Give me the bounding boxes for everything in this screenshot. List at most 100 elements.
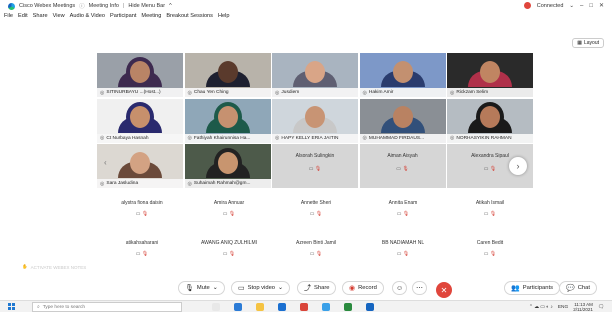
participant-name-cell[interactable]: AWANG ANIQ ZULHILMI ▭ 🎙	[186, 238, 272, 260]
participants-button[interactable]: 👥 Participants	[504, 281, 561, 295]
participant-video-tile[interactable]: ◎ Suhaimah Rahmah@gm...	[184, 144, 271, 188]
stop-video-button[interactable]: ▭ Stop video ⌄	[231, 281, 290, 295]
participant-face	[217, 151, 238, 174]
participant-name-cell[interactable]: Atikah Ismail ▭ 🎙	[447, 198, 533, 220]
camera-icon: ▭	[238, 285, 245, 292]
participant-video-tile[interactable]: ◎ Fathiyah Khairunnisa Ha...	[184, 98, 271, 143]
windows-start-icon[interactable]	[8, 303, 15, 310]
muted-microphone-icon: 🎙	[489, 211, 497, 217]
participant-video-tile[interactable]: ◎ SITINURBAYU ...(Host...)	[97, 53, 183, 97]
store-icon[interactable]	[278, 303, 286, 311]
notification-icon[interactable]: 🗨	[598, 305, 604, 310]
info-icon: ⓘ	[79, 4, 85, 10]
menu-breakout[interactable]: Breakout Sessions	[166, 13, 213, 23]
file-explorer-icon[interactable]	[256, 303, 264, 311]
close-icon[interactable]: ✕	[599, 2, 604, 9]
maximize-icon[interactable]: □	[589, 3, 593, 9]
chevron-down-icon[interactable]: ⌄	[569, 3, 574, 9]
connection-status[interactable]: Connected	[537, 3, 564, 9]
participant-placeholder-tile[interactable]: Aiman Aisyah ▭ 🎙	[359, 144, 446, 188]
participant-face	[217, 106, 238, 129]
status-icons: ▭ 🎙	[272, 166, 358, 172]
chat-button[interactable]: 💬 Chat	[559, 281, 597, 295]
edge-icon[interactable]	[234, 303, 242, 311]
muted-microphone-icon: 🎙	[315, 251, 323, 257]
camera-off-icon: ▭	[483, 251, 489, 257]
participant-name: Jusdiem	[281, 90, 300, 95]
participant-name: Aiman Aisyah	[387, 153, 418, 159]
menu-meeting[interactable]: Meeting	[141, 13, 161, 23]
menu-help[interactable]: Help	[218, 13, 230, 23]
mute-label: Mute	[196, 285, 210, 291]
next-page-button[interactable]: ›	[509, 157, 527, 175]
chrome-icon[interactable]	[344, 303, 352, 311]
participant-name-cell[interactable]: Annita Enam ▭ 🎙	[360, 198, 446, 220]
clock[interactable]: 11:13 AM 2/11/2021	[573, 302, 593, 312]
participant-name-cell[interactable]: Azreen Binti Jamil ▭ 🎙	[273, 238, 359, 260]
tile-namebar: ◎ Jusdiem	[272, 88, 358, 97]
chevron-up-icon[interactable]: ^	[169, 3, 172, 9]
layout-button[interactable]: ▦ Layout	[572, 38, 604, 48]
chevron-down-icon[interactable]: ⌄	[213, 285, 218, 291]
participant-video-tile[interactable]: ◎ Hakim Amir	[359, 53, 446, 97]
participant-name-cell[interactable]: BB NADIAMAH NL ▭ 🎙	[360, 238, 446, 260]
participant-video-tile[interactable]: ◎ Ct Nurbaya Hasnah	[97, 98, 183, 143]
participant-video-tile[interactable]: ◎ Chau Yen Ching	[184, 53, 271, 97]
participant-video-tile[interactable]: ◎ NORHASYIKIN RAHMAN	[447, 98, 533, 143]
reactions-button[interactable]: ☺	[392, 281, 408, 295]
status-icons: ▭ 🎙	[99, 211, 185, 217]
menu-share[interactable]: Share	[33, 13, 48, 23]
muted-microphone-icon: 🎙	[402, 166, 409, 172]
participant-video-tile[interactable]: ◎ HAPY KELLY ERIA JAITIN	[272, 98, 358, 143]
word-icon[interactable]	[366, 303, 374, 311]
menu-audio-video[interactable]: Audio & Video	[70, 13, 105, 23]
end-meeting-button[interactable]: ✕	[436, 282, 452, 298]
title-left: Cisco Webex Meetings ⓘ Meeting Info | Hi…	[8, 2, 172, 10]
menu-bar: File Edit Share View Audio & Video Parti…	[0, 13, 612, 23]
tile-namebar: ◎ NORHASYIKIN RAHMAN	[447, 133, 533, 143]
tray-icons[interactable]: ⌃ ☁ ▭ ◐ ♪	[529, 305, 553, 310]
participant-video-tile[interactable]: ◎ Rickzam Selim	[447, 53, 533, 97]
language-indicator[interactable]: ENG	[558, 305, 568, 310]
hide-menu-bar-link[interactable]: Hide Menu Bar	[128, 3, 165, 9]
participant-video-tile[interactable]: ◎ Jusdiem	[272, 53, 358, 97]
share-button[interactable]: ⤴ Share	[297, 281, 337, 295]
connection-status-icon	[523, 2, 531, 9]
participant-name-cell[interactable]: alystra fiona daisin ▭ 🎙	[99, 198, 185, 220]
meeting-info-link[interactable]: Meeting Info	[89, 3, 119, 9]
minimize-icon[interactable]: –	[580, 3, 583, 9]
chevron-left-icon[interactable]: ‹	[104, 158, 112, 172]
participant-video-tile[interactable]: ◎ MUHAMMAD FIRDAUS...	[359, 98, 446, 143]
menu-edit[interactable]: Edit	[18, 13, 28, 23]
record-button[interactable]: ◉ Record	[342, 281, 384, 295]
camera-off-icon: ▭	[309, 211, 315, 217]
chat-label: Chat	[577, 285, 590, 291]
app-icon[interactable]	[300, 303, 308, 311]
participant-name-cell[interactable]: atikahsaharani ▭ 🎙	[99, 238, 185, 260]
more-options-button[interactable]: ⋯	[412, 281, 427, 295]
menu-view[interactable]: View	[53, 13, 65, 23]
task-view-icon[interactable]	[212, 303, 220, 311]
status-icons: ▭ 🎙	[447, 211, 533, 217]
audio-icon: ◎	[275, 89, 280, 96]
taskbar-search[interactable]: ⌕ Type here to search	[32, 302, 182, 312]
mute-button[interactable]: 🎙 Mute ⌄	[178, 281, 225, 295]
chevron-down-icon[interactable]: ⌄	[278, 285, 283, 291]
participant-name-cell[interactable]: Amira Annuar ▭ 🎙	[186, 198, 272, 220]
camera-off-icon: ▭	[222, 251, 228, 257]
participant-name-cell[interactable]: Annette Sheri ▭ 🎙	[273, 198, 359, 220]
status-icons: ▭ 🎙	[273, 251, 359, 257]
participant-placeholder-tile[interactable]: Alsorah Sulingkin ▭ 🎙	[272, 144, 358, 188]
participant-name: NORHASYIKIN RAHMAN	[456, 135, 512, 141]
camera-off-icon: ▭	[135, 251, 141, 257]
menu-file[interactable]: File	[4, 13, 13, 23]
status-icons: ▭ 🎙	[273, 211, 359, 217]
muted-microphone-icon: 🎙	[489, 166, 497, 172]
microphone-icon: 🎙	[185, 285, 194, 292]
participant-name-cell[interactable]: Caren Bedit ▭ 🎙	[447, 238, 533, 260]
status-icons: ▭ 🎙	[99, 251, 185, 257]
camera-off-icon: ▭	[135, 211, 141, 217]
webex-taskbar-icon[interactable]	[322, 303, 330, 311]
menu-participant[interactable]: Participant	[110, 13, 136, 23]
participant-name: alystra fiona daisin	[121, 200, 163, 206]
